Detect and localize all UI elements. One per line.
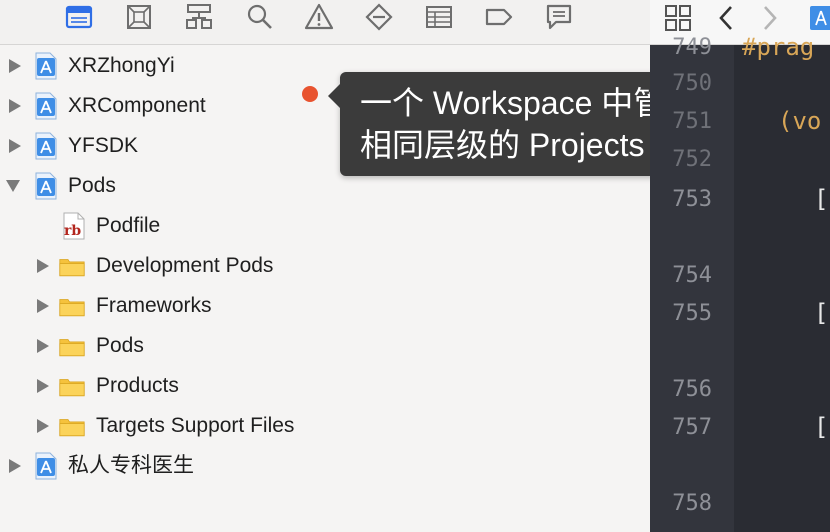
- tree-item-label: Podfile: [96, 214, 161, 237]
- debug-navigator-icon[interactable]: [424, 2, 454, 32]
- disclosure-triangle-expanded-icon[interactable]: [5, 179, 21, 193]
- tree-item-label: Pods: [96, 334, 144, 357]
- line-number-gutter: 749 750 751 752 753 754 755 756 757 758: [650, 35, 734, 532]
- folder-icon: [59, 412, 91, 440]
- line-number: 756: [672, 377, 712, 402]
- callout-arrow: [328, 84, 340, 108]
- code-pragma: #prag: [742, 33, 815, 61]
- tree-item-label: XRComponent: [68, 94, 206, 117]
- breakpoint-navigator-icon[interactable]: [484, 2, 514, 32]
- tree-item-frameworks[interactable]: Frameworks: [0, 286, 640, 326]
- symbol-navigator-icon[interactable]: [184, 2, 214, 32]
- disclosure-triangle-icon[interactable]: [36, 258, 50, 274]
- tree-item-label: Frameworks: [96, 294, 212, 317]
- code-area[interactable]: #prag (vo [ [ [: [734, 33, 830, 532]
- folder-icon: [59, 292, 91, 320]
- tree-item-private-specialist[interactable]: 私人专科医生: [0, 446, 640, 486]
- line-number: 749: [672, 35, 712, 60]
- tree-item-label: YFSDK: [68, 134, 139, 157]
- tree-item-label: Development Pods: [96, 254, 274, 277]
- tree-item-podfile[interactable]: rb Podfile: [0, 206, 640, 246]
- source-control-icon[interactable]: [124, 2, 154, 32]
- tree-item-label: 私人专科医生: [68, 454, 194, 477]
- related-items-icon[interactable]: [664, 4, 692, 37]
- annotation-dot: [302, 86, 318, 102]
- disclosure-triangle-icon[interactable]: [36, 418, 50, 434]
- line-number: 750: [672, 71, 712, 96]
- tree-item-label: Targets Support Files: [96, 414, 295, 437]
- xcode-project-icon: [33, 452, 59, 480]
- code-void: (vo: [778, 107, 822, 135]
- tree-item-label: XRZhongYi: [68, 54, 175, 77]
- line-number: 751: [672, 109, 712, 134]
- project-navigator-icon[interactable]: [64, 2, 94, 32]
- report-navigator-icon[interactable]: [544, 2, 574, 32]
- disclosure-triangle-icon[interactable]: [8, 138, 22, 154]
- disclosure-triangle-icon[interactable]: [36, 378, 50, 394]
- disclosure-triangle-icon[interactable]: [8, 58, 22, 74]
- rb-badge: rb: [64, 223, 82, 239]
- tree-item-development-pods[interactable]: Development Pods: [0, 246, 640, 286]
- folder-icon: [59, 252, 91, 280]
- line-number: 758: [672, 491, 712, 516]
- code-bracket: [: [814, 185, 829, 213]
- issue-navigator-icon[interactable]: [304, 2, 334, 32]
- test-navigator-icon[interactable]: [364, 2, 394, 32]
- line-number: 752: [672, 147, 712, 172]
- xcode-project-icon: [33, 52, 59, 80]
- code-bracket: [: [814, 413, 829, 441]
- folder-icon: [59, 372, 91, 400]
- xcode-project-icon: [33, 172, 59, 200]
- code-bracket: [: [814, 299, 829, 327]
- tree-item-pods-folder[interactable]: Pods: [0, 326, 640, 366]
- disclosure-triangle-icon[interactable]: [36, 338, 50, 354]
- navigator-toolbar: [0, 0, 650, 45]
- xcode-project-icon: [33, 92, 59, 120]
- code-editor[interactable]: 749 750 751 752 753 754 755 756 757 758 …: [650, 33, 830, 532]
- line-number: 755: [672, 301, 712, 326]
- tree-item-label: Pods: [68, 174, 116, 197]
- line-number: 757: [672, 415, 712, 440]
- xcode-project-icon: [33, 132, 59, 160]
- tree-item-label: Products: [96, 374, 179, 397]
- folder-icon: [59, 332, 91, 360]
- line-number: 754: [672, 263, 712, 288]
- disclosure-triangle-icon[interactable]: [8, 458, 22, 474]
- tree-item-targets-support-files[interactable]: Targets Support Files: [0, 406, 640, 446]
- disclosure-triangle-icon[interactable]: [8, 98, 22, 114]
- disclosure-triangle-icon[interactable]: [36, 298, 50, 314]
- line-number: 753: [672, 187, 712, 212]
- tree-item-products[interactable]: Products: [0, 366, 640, 406]
- back-chevron-icon[interactable]: [716, 4, 736, 37]
- find-navigator-icon[interactable]: [244, 2, 274, 32]
